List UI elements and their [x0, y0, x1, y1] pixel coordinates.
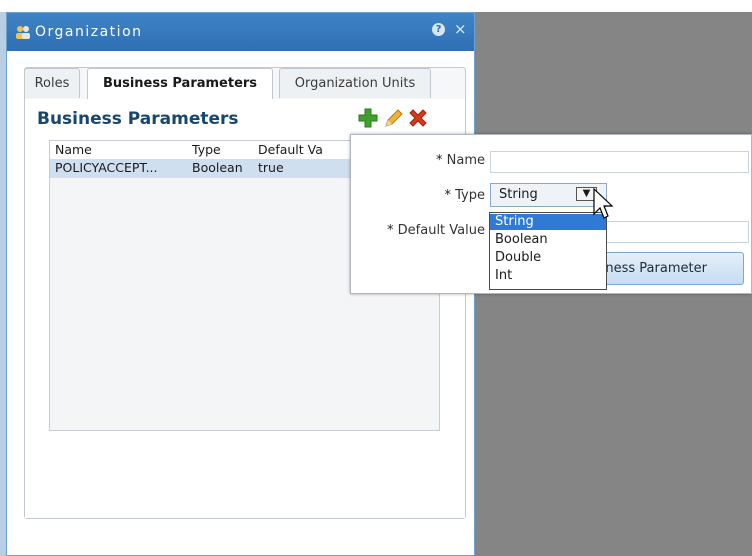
type-selected-value: String: [499, 187, 538, 202]
window-title: Organization: [35, 24, 143, 40]
row-type: Boolean: [192, 160, 243, 175]
name-label: * Name: [436, 153, 485, 168]
name-input[interactable]: [490, 151, 749, 173]
delete-icon[interactable]: [407, 107, 429, 129]
type-dropdown-list: String Boolean Double Int: [489, 212, 607, 290]
column-header-name[interactable]: Name: [55, 142, 92, 157]
row-name: POLICYACCEPT...: [55, 160, 158, 175]
type-label: * Type: [444, 188, 486, 203]
tab-organization-units[interactable]: Organization Units: [279, 68, 431, 98]
column-header-default[interactable]: Default Va: [258, 142, 323, 157]
row-default: true: [258, 160, 284, 175]
column-header-type[interactable]: Type: [192, 142, 221, 157]
type-select[interactable]: String ▼: [490, 183, 607, 207]
tab-business-parameters[interactable]: Business Parameters: [87, 68, 273, 99]
users-icon: [16, 26, 30, 39]
type-option-string[interactable]: String: [490, 214, 606, 230]
tab-roles[interactable]: Roles: [24, 68, 80, 98]
default-value-label: * Default Value: [387, 223, 485, 238]
window-titlebar[interactable]: Organization ? ×: [7, 13, 474, 51]
top-strip: [0, 0, 752, 12]
help-icon[interactable]: ?: [432, 23, 445, 36]
section-title: Business Parameters: [37, 109, 239, 129]
add-icon[interactable]: [357, 107, 379, 129]
type-option-int[interactable]: Int: [490, 268, 606, 284]
mouse-cursor-icon: [593, 187, 614, 219]
close-icon[interactable]: ×: [454, 20, 467, 38]
edit-icon[interactable]: [382, 107, 404, 129]
type-option-double[interactable]: Double: [490, 250, 606, 266]
type-option-boolean[interactable]: Boolean: [490, 232, 606, 248]
add-business-parameter-button[interactable]: siness Parameter: [587, 252, 744, 285]
